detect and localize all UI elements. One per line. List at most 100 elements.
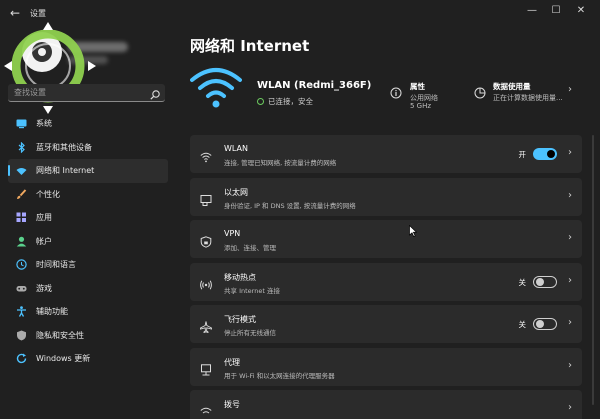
- card-subtitle: 身份验证, IP 和 DNS 设置, 按流量计费的网络: [224, 201, 356, 210]
- close-button[interactable]: ✕: [572, 4, 590, 18]
- sidebar-nav: 系统 蓝牙和其他设备 网络和 Internet 个性化 应用 帐户 时间和语言 …: [8, 112, 168, 371]
- chevron-right-icon[interactable]: ›: [568, 275, 572, 286]
- shield-icon: [16, 330, 27, 341]
- chevron-right-icon[interactable]: ›: [568, 317, 572, 328]
- setting-card-proxy[interactable]: 代理 用于 Wi-Fi 和以太网连接的代理服务器 ›: [190, 347, 582, 386]
- minimize-button[interactable]: —: [523, 4, 541, 18]
- sidebar-item-apps[interactable]: 应用: [8, 206, 168, 230]
- sidebar-item-label: Windows 更新: [36, 354, 91, 364]
- sidebar-item-network[interactable]: 网络和 Internet: [8, 159, 168, 183]
- airplane-mode-toggle[interactable]: [533, 318, 557, 330]
- maximize-button[interactable]: ☐: [547, 4, 565, 18]
- setting-card-hotspot[interactable]: 移动热点 共享 Internet 连接 关 ›: [190, 262, 582, 301]
- search-input[interactable]: 查找设置: [8, 84, 165, 102]
- toggle-knob: [536, 277, 544, 286]
- system-icon: [16, 118, 27, 129]
- chevron-right-icon[interactable]: ›: [568, 232, 572, 243]
- page-title: 网络和 Internet: [190, 37, 310, 55]
- chevron-right-icon[interactable]: ›: [568, 147, 572, 158]
- accessibility-icon: [16, 306, 27, 318]
- toggle-state-label: 关: [518, 277, 527, 287]
- globe-clock-icon: [16, 259, 27, 270]
- wifi-icon: [200, 148, 212, 163]
- hotspot-toggle[interactable]: [533, 275, 557, 288]
- setting-card-ethernet[interactable]: 以太网 身份验证, IP 和 DNS 设置, 按流量计费的网络 ›: [190, 177, 582, 216]
- proxy-icon: [200, 361, 212, 375]
- wlan-toggle[interactable]: [533, 148, 557, 160]
- setting-card-dialup[interactable]: 拨号 ›: [190, 390, 582, 419]
- chevron-right-icon[interactable]: ›: [568, 84, 572, 95]
- sidebar-item-label: 帐户: [36, 236, 52, 246]
- card-subtitle: 共享 Internet 连接: [224, 286, 280, 295]
- setting-card-wlan[interactable]: WLAN 连接, 管理已知网络, 按流量计费的网络 开 ›: [190, 135, 582, 173]
- sidebar-item-label: 隐私和安全性: [36, 330, 84, 340]
- card-subtitle: 连接, 管理已知网络, 按流量计费的网络: [224, 159, 337, 167]
- card-subtitle: 添加、连接、管理: [224, 244, 276, 252]
- connected-network-name: WLAN (Redmi_366F): [257, 80, 372, 91]
- sidebar-item-label: 系统: [36, 119, 52, 129]
- card-subtitle: 停止所有无线通信: [224, 329, 276, 337]
- sidebar-item-privacy[interactable]: 隐私和安全性: [8, 324, 168, 348]
- chevron-right-icon[interactable]: ›: [568, 190, 572, 201]
- active-indicator: [8, 165, 10, 176]
- sidebar-item-label: 辅助功能: [36, 307, 68, 317]
- update-icon: [16, 353, 27, 364]
- toggle-state-label: 开: [518, 150, 527, 159]
- ethernet-icon: [200, 191, 212, 206]
- properties-link[interactable]: 属性: [410, 81, 425, 92]
- card-title: 拨号: [224, 400, 240, 409]
- connected-shield-icon: [257, 98, 264, 105]
- card-title: 移动热点: [224, 272, 256, 282]
- sidebar-item-windows-update[interactable]: Windows 更新: [8, 347, 168, 371]
- gamepad-icon: [16, 283, 27, 294]
- card-title: WLAN: [224, 144, 249, 153]
- toggle-knob: [536, 320, 544, 328]
- sidebar-item-accessibility[interactable]: 辅助功能: [8, 300, 168, 324]
- setting-card-vpn[interactable]: VPN 添加、连接、管理 ›: [190, 220, 582, 258]
- account-icon: [16, 236, 27, 247]
- card-title: 飞行模式: [224, 315, 256, 324]
- dialup-icon: [200, 403, 212, 415]
- sidebar-item-label: 蓝牙和其他设备: [36, 142, 92, 152]
- settings-list: WLAN 连接, 管理已知网络, 按流量计费的网络 开 › 以太网 身份验证, …: [190, 135, 582, 419]
- sidebar-item-label: 游戏: [36, 283, 52, 293]
- toggle-state-label: 关: [518, 320, 527, 329]
- wifi-large-icon: [190, 66, 242, 110]
- data-usage-link[interactable]: 数据使用量: [493, 81, 531, 92]
- data-usage-status: 正在计算数据使用量...: [493, 94, 563, 102]
- brush-icon: [16, 189, 27, 200]
- data-usage-icon[interactable]: [474, 84, 486, 99]
- card-title: 代理: [224, 357, 240, 367]
- chevron-right-icon[interactable]: ›: [568, 402, 572, 413]
- toggle-knob: [547, 150, 555, 158]
- sidebar-item-label: 个性化: [36, 189, 60, 199]
- connection-status: 已连接，安全: [257, 96, 313, 107]
- sidebar-item-personalization[interactable]: 个性化: [8, 183, 168, 207]
- card-title: VPN: [224, 229, 241, 238]
- info-icon[interactable]: [390, 84, 402, 99]
- sidebar-item-label: 时间和语言: [36, 260, 76, 270]
- sidebar-item-system[interactable]: 系统: [8, 112, 168, 136]
- band-text: 5 GHz: [410, 102, 432, 110]
- sidebar-item-gaming[interactable]: 游戏: [8, 277, 168, 301]
- setting-card-airplane-mode[interactable]: 飞行模式 停止所有无线通信 关 ›: [190, 305, 582, 343]
- back-button[interactable]: ←: [8, 6, 22, 20]
- app-title: 设置: [30, 9, 46, 18]
- hotspot-icon: [200, 276, 212, 289]
- search-icon[interactable]: [149, 86, 161, 100]
- search-placeholder: 查找设置: [14, 88, 46, 97]
- bluetooth-icon: [16, 141, 27, 154]
- sidebar-item-accounts[interactable]: 帐户: [8, 230, 168, 254]
- mouse-cursor-icon: [409, 222, 418, 237]
- sidebar-item-label: 网络和 Internet: [36, 166, 95, 176]
- apps-icon: [16, 212, 27, 223]
- sidebar-item-label: 应用: [36, 213, 52, 223]
- sidebar-item-time-language[interactable]: 时间和语言: [8, 253, 168, 277]
- scrollbar[interactable]: [592, 135, 594, 405]
- connection-status-text: 已连接，安全: [268, 97, 313, 106]
- network-icon: [16, 165, 27, 176]
- airplane-icon: [200, 318, 212, 334]
- card-title: 以太网: [224, 187, 248, 197]
- chevron-right-icon[interactable]: ›: [568, 360, 572, 371]
- sidebar-item-bluetooth[interactable]: 蓝牙和其他设备: [8, 136, 168, 160]
